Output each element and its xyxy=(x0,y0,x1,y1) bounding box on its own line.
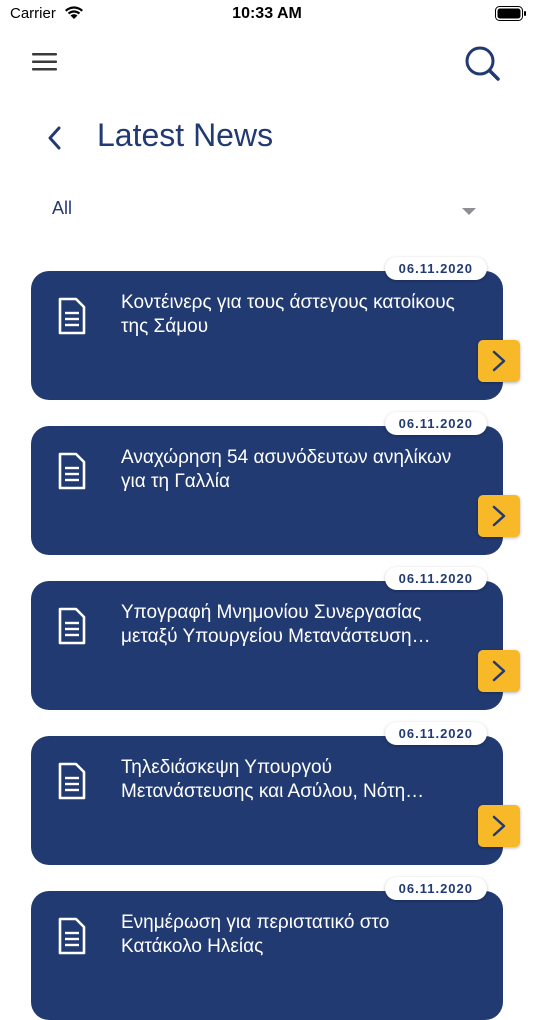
news-card[interactable]: 06.11.2020 Τηλεδιάσκεψη Υπουργού Μετανάσ… xyxy=(31,722,520,865)
news-title: Υπογραφή Μνημονίου Συνεργασίας μεταξύ Υπ… xyxy=(121,602,431,647)
chevron-right-icon xyxy=(492,660,506,682)
news-date-badge: 06.11.2020 xyxy=(384,257,487,280)
document-icon xyxy=(58,607,86,645)
news-date-badge: 06.11.2020 xyxy=(384,877,487,900)
news-card[interactable]: 06.11.2020 Κοντέινερς για τους άστεγους … xyxy=(31,257,520,400)
chevron-right-icon xyxy=(492,815,506,837)
news-date-badge: 06.11.2020 xyxy=(384,567,487,590)
open-news-button[interactable] xyxy=(478,650,520,692)
open-news-button[interactable] xyxy=(478,495,520,537)
document-icon xyxy=(58,452,86,490)
document-icon xyxy=(58,297,86,335)
open-news-button[interactable] xyxy=(478,340,520,382)
document-icon xyxy=(58,762,86,800)
news-title: Ενημέρωση για περιστατικό στο Κατάκολο Η… xyxy=(121,912,390,957)
news-title: Τηλεδιάσκεψη Υπουργού Μετανάστευσης και … xyxy=(121,757,425,802)
document-icon xyxy=(58,917,86,955)
news-title: Κοντέινερς για τους άστεγους κατοίκους τ… xyxy=(121,292,455,337)
news-card[interactable]: 06.11.2020 Ενημέρωση για περιστατικό στο… xyxy=(31,877,503,1020)
news-date-badge: 06.11.2020 xyxy=(384,412,487,435)
news-date-badge: 06.11.2020 xyxy=(384,722,487,745)
news-card[interactable]: 06.11.2020 Υπογραφή Μνημονίου Συνεργασία… xyxy=(31,567,520,710)
chevron-right-icon xyxy=(492,350,506,372)
news-card[interactable]: 06.11.2020 Αναχώρηση 54 ασυνόδευτων ανηλ… xyxy=(31,412,520,555)
news-list: 06.11.2020 Κοντέινερς για τους άστεγους … xyxy=(0,0,534,1020)
open-news-button[interactable] xyxy=(478,805,520,847)
chevron-right-icon xyxy=(492,505,506,527)
news-title: Αναχώρηση 54 ασυνόδευτων ανηλίκων για τη… xyxy=(121,447,452,492)
